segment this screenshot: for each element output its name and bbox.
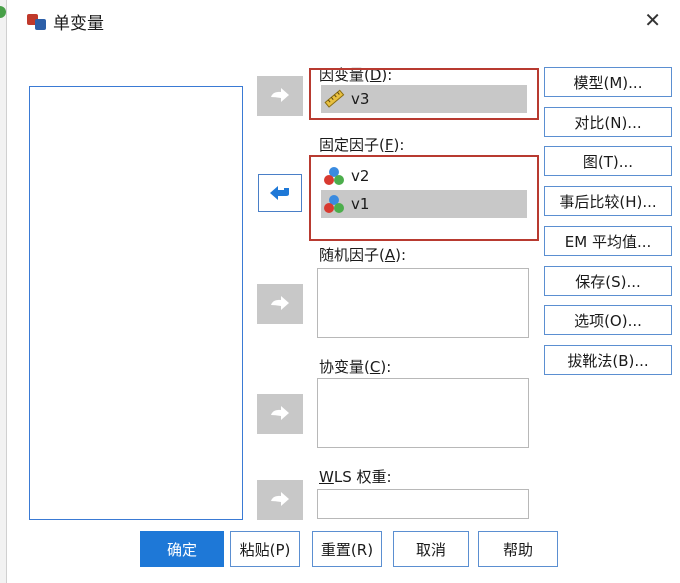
arrow-right-icon [271,296,289,310]
wls-weight-label: WLS 权重: [319,468,392,486]
em-means-button[interactable]: EM 平均值... [544,226,672,256]
three-balls-nominal-icon [323,165,345,187]
dependent-variable-item[interactable]: v3 [321,85,527,113]
wls-weight-field[interactable] [317,489,529,519]
move-to-covariates-button[interactable] [257,394,303,434]
move-to-random-factors-button[interactable] [257,284,303,324]
move-to-dependent-button[interactable] [257,76,303,116]
help-button[interactable]: 帮助 [478,531,558,567]
fixed-factor-name: v1 [351,195,370,213]
dependent-variable-name: v3 [351,90,370,108]
fixed-factor-name: v2 [351,167,370,185]
dependent-field[interactable]: v3 [317,82,529,116]
arrow-right-icon [271,406,289,420]
contrasts-button[interactable]: 对比(N)... [544,107,672,137]
reset-button[interactable]: 重置(R) [312,531,382,567]
arrow-right-icon [271,88,289,102]
paste-button[interactable]: 粘贴(P) [230,531,300,567]
cancel-button[interactable]: 取消 [393,531,469,567]
options-button[interactable]: 选项(O)... [544,305,672,335]
bootstrap-button[interactable]: 拔靴法(B)... [544,345,672,375]
model-button[interactable]: 模型(M)... [544,67,672,97]
move-from-fixed-factors-button[interactable] [258,174,302,212]
title-bar: 单变量 [27,8,104,34]
source-variable-list[interactable] [29,86,243,520]
post-hoc-button[interactable]: 事后比较(H)... [544,186,672,216]
close-icon[interactable]: ✕ [644,10,661,30]
arrow-left-icon [270,186,289,200]
fixed-factors-label: 固定因子(F): [319,136,405,154]
plots-button[interactable]: 图(T)... [544,146,672,176]
fixed-factor-item[interactable]: v2 [321,162,527,190]
random-factors-label: 随机因子(A): [319,246,407,264]
random-factors-list[interactable] [317,268,529,338]
three-balls-nominal-icon [323,193,345,215]
dialog-title: 单变量 [53,13,104,34]
covariates-label: 协变量(C): [319,358,392,376]
univariate-dialog: 单变量 ✕ 因变量(D): v3 固定因子(F): v2 v1 随机因子(A):… [6,0,680,583]
covariates-list[interactable] [317,378,529,448]
ruler-scale-icon [323,88,345,110]
ok-button[interactable]: 确定 [140,531,224,567]
fixed-factors-list[interactable]: v2 v1 [317,160,529,230]
fixed-factor-item[interactable]: v1 [321,190,527,218]
move-to-wls-button[interactable] [257,480,303,520]
arrow-right-icon [271,492,289,506]
save-button[interactable]: 保存(S)... [544,266,672,296]
spss-app-icon [27,11,47,31]
